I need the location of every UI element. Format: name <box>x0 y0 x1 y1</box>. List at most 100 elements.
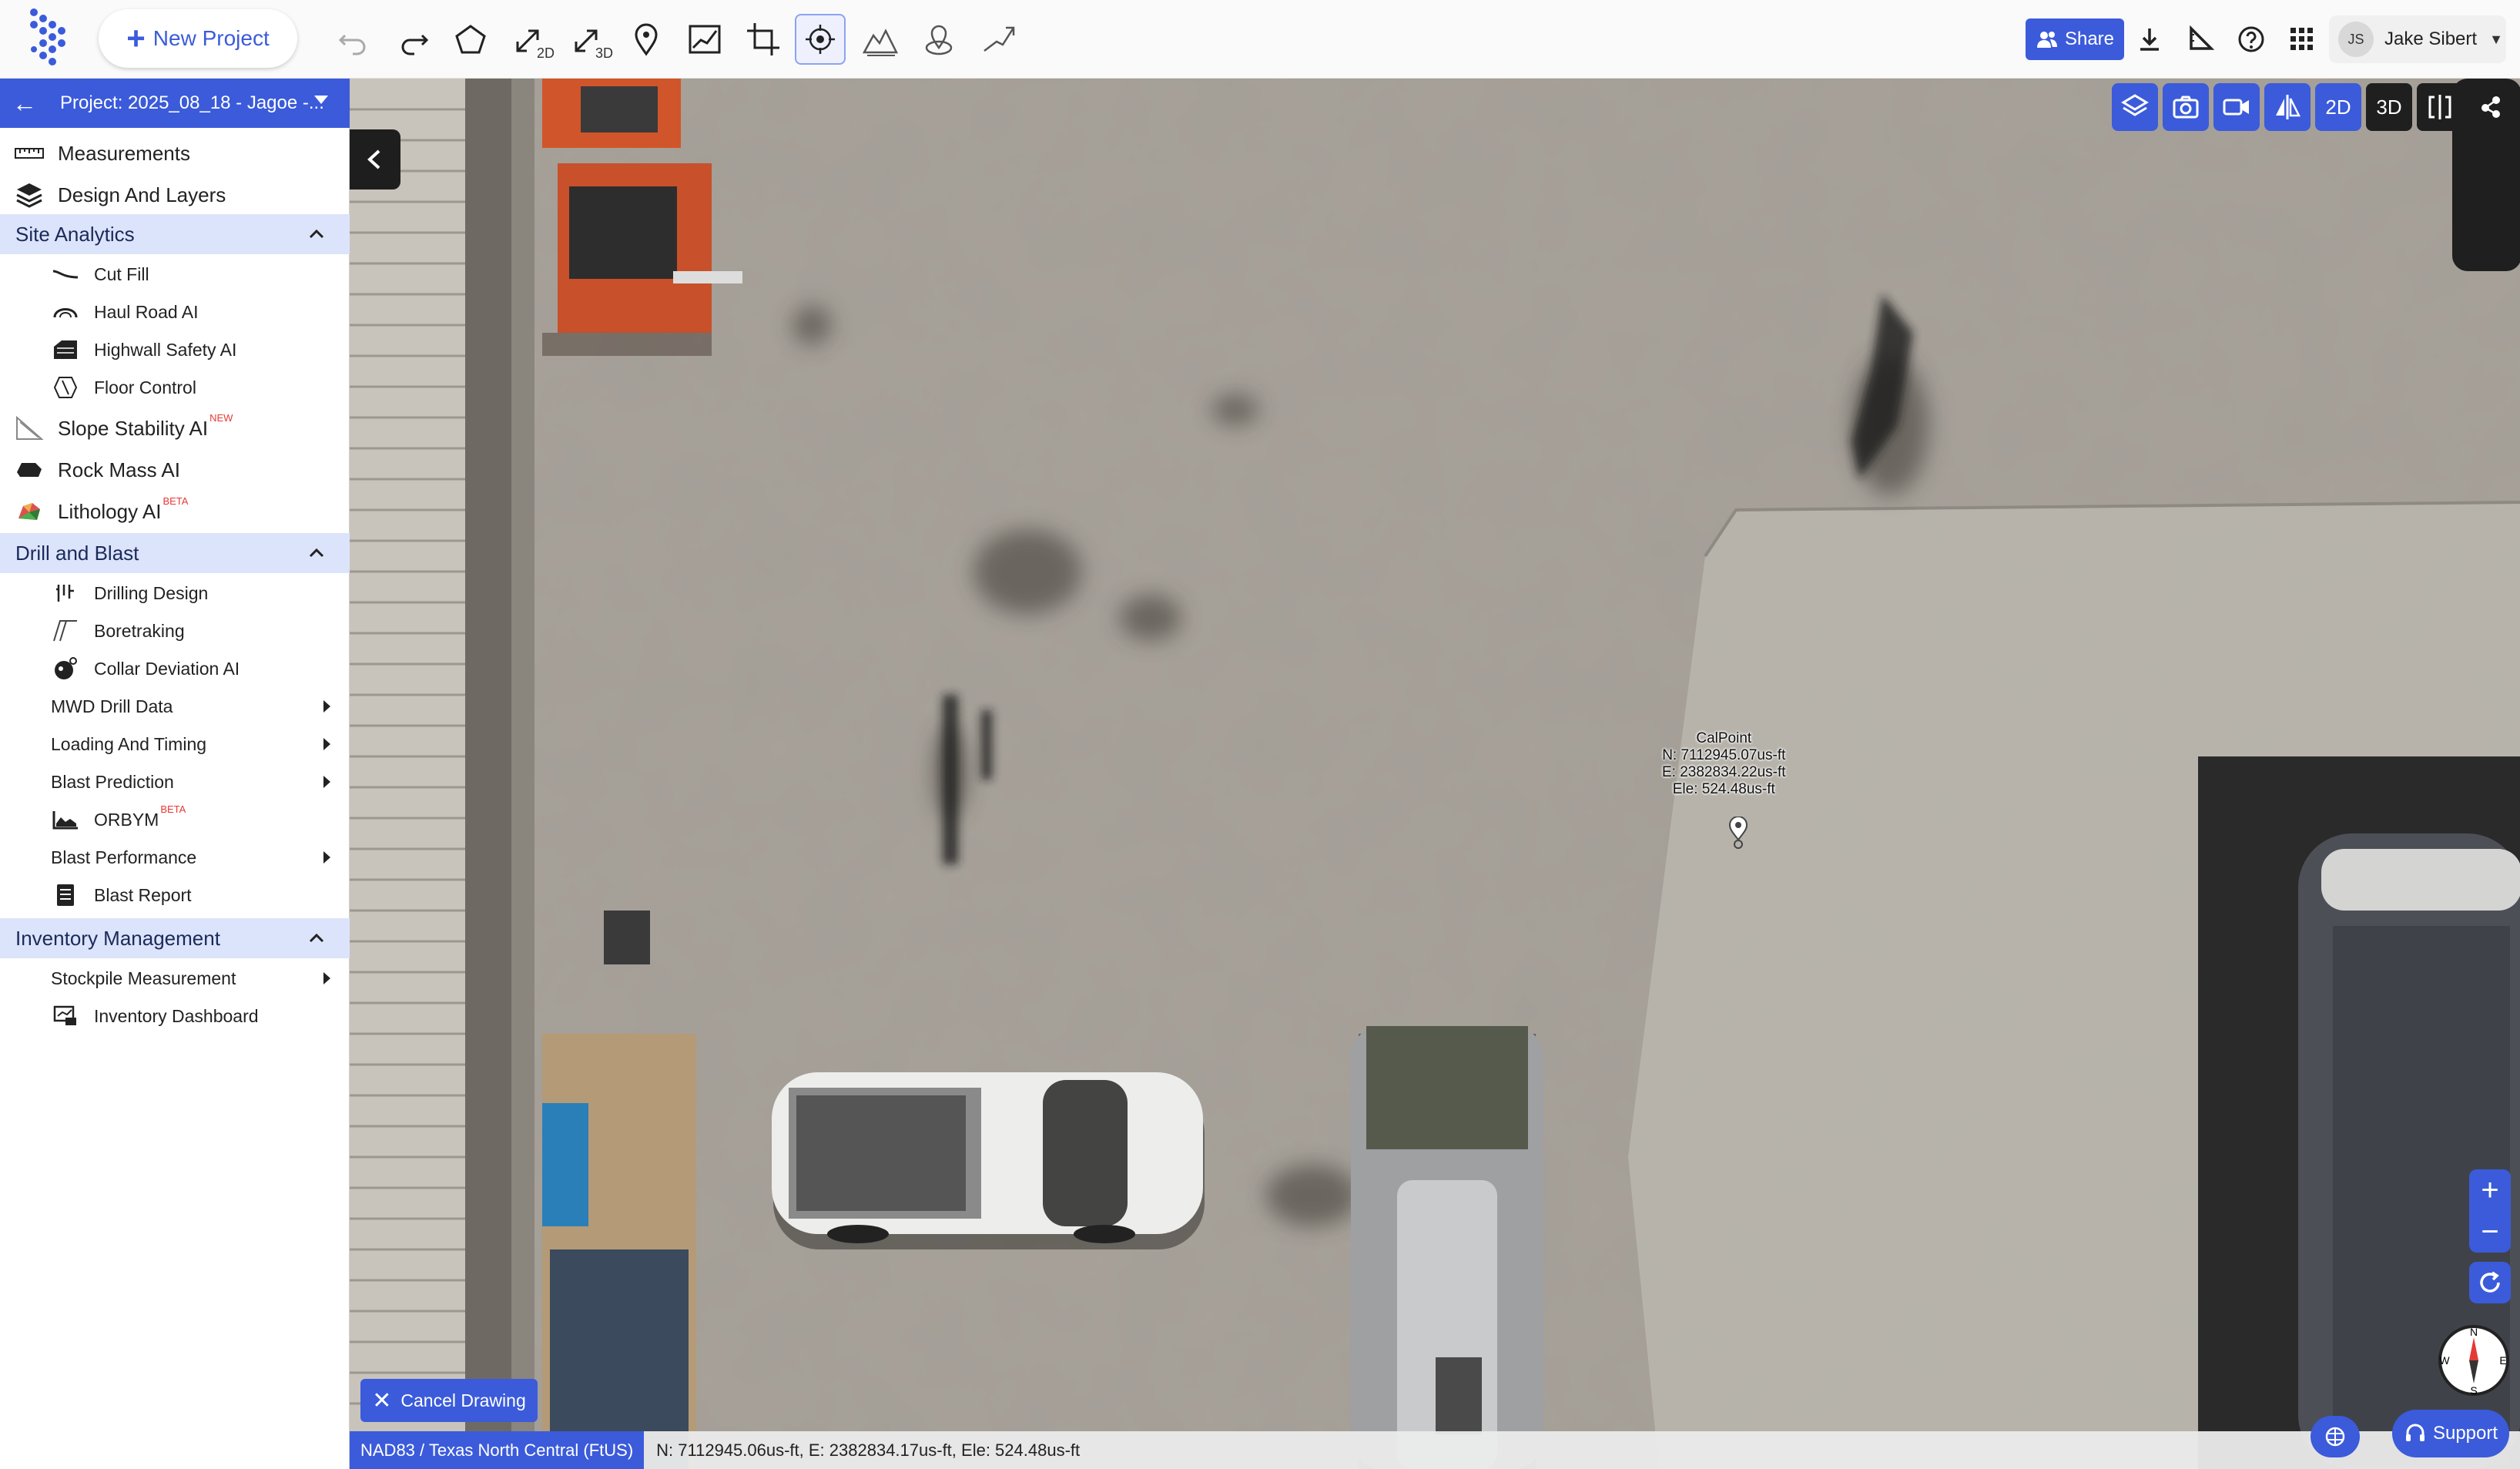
point-cloud-icon <box>2481 96 2500 118</box>
layers-button[interactable] <box>2112 83 2158 131</box>
sidebar-item-design-layers[interactable]: Design And Layers <box>0 176 350 214</box>
sidebar-item-label: Haul Road AI <box>94 301 199 322</box>
measure-2d-tool[interactable]: 2D <box>504 14 555 65</box>
sidebar-item-highwall[interactable]: Highwall Safety AI <box>0 331 350 368</box>
sidebar-item-label: Slope Stability AI NEW <box>58 412 233 441</box>
sidebar-item-collar-deviation[interactable]: Collar Deviation AI <box>0 650 350 687</box>
dashboard-icon <box>51 1001 80 1031</box>
chevron-right-icon <box>323 972 330 984</box>
split-view-button[interactable] <box>2417 83 2463 131</box>
sidebar-item-stockpile[interactable]: Stockpile Measurement <box>0 960 350 997</box>
measure-3d-tool[interactable]: 3D <box>562 14 613 65</box>
sidebar-item-slope-stability[interactable]: Slope Stability AI NEW <box>0 408 350 448</box>
reset-rotation-button[interactable] <box>2469 1262 2511 1303</box>
sidebar-item-boretraking[interactable]: Boretraking <box>0 612 350 649</box>
avatar: JS <box>2338 22 2374 57</box>
app-logo[interactable] <box>23 8 79 69</box>
user-menu[interactable]: JS Jake Sibert ▼ <box>2329 15 2506 63</box>
sidebar-item-label: Blast Prediction <box>51 771 174 792</box>
download-button[interactable] <box>2129 18 2170 60</box>
slope-tool[interactable] <box>973 14 1024 65</box>
sidebar-item-blast-report[interactable]: Blast Report <box>0 877 350 914</box>
sidebar-item-inventory-dashboard[interactable]: Inventory Dashboard <box>0 998 350 1035</box>
slope-icon <box>984 26 1015 52</box>
zoom-out-button[interactable]: − <box>2469 1211 2511 1253</box>
top-toolbar: + New Project 2D 3D Share JS Jake Sibert… <box>0 0 2520 79</box>
sidebar: ← Project: 2025_08_18 - Jagoe -... Measu… <box>0 79 350 1469</box>
status-bar: NAD83 / Texas North Central (FtUS) N: 71… <box>350 1431 2520 1469</box>
new-badge: NEW <box>209 411 233 424</box>
download-icon <box>2140 29 2159 51</box>
sidebar-item-label: Blast Performance <box>51 847 197 867</box>
polygon-icon <box>455 25 486 54</box>
gps-tool[interactable] <box>913 14 964 65</box>
crop-tool[interactable] <box>738 14 789 65</box>
view-3d-button[interactable]: 3D <box>2366 83 2412 131</box>
sidebar-item-blast-prediction[interactable]: Blast Prediction <box>0 763 350 800</box>
split-compare-icon <box>2276 95 2301 119</box>
support-button[interactable]: Support <box>2392 1410 2509 1457</box>
sidebar-item-cut-fill[interactable]: Cut Fill <box>0 256 350 293</box>
collapse-sidebar-button[interactable] <box>350 129 400 189</box>
assistant-button[interactable] <box>2311 1416 2360 1457</box>
map-canvas[interactable]: CalPoint N: 7112945.07us-ft E: 2382834.2… <box>350 79 2520 1469</box>
new-project-button[interactable]: + New Project <box>99 9 297 68</box>
polygon-tool[interactable] <box>445 14 496 65</box>
calpoint-marker-icon[interactable] <box>1728 817 1748 849</box>
chevron-left-icon <box>367 149 380 169</box>
share-button[interactable]: Share <box>2026 18 2124 60</box>
location-pin-tool[interactable] <box>621 14 672 65</box>
sidebar-item-loading-timing[interactable]: Loading And Timing <box>0 726 350 763</box>
sidebar-item-label: ORBYMBETA <box>94 803 186 830</box>
profile-icon <box>689 25 721 54</box>
compass[interactable]: N S E W <box>2437 1323 2511 1397</box>
terrain-tool[interactable] <box>855 14 906 65</box>
compass-n: N <box>2470 1326 2478 1338</box>
apps-button[interactable] <box>2281 18 2323 60</box>
record-button[interactable] <box>2213 83 2260 131</box>
redo-button[interactable] <box>388 14 439 65</box>
sidebar-item-label: Highwall Safety AI <box>94 339 237 360</box>
highwall-icon <box>51 335 80 364</box>
undo-icon <box>338 34 366 55</box>
measure-3d-suffix: 3D <box>595 45 613 61</box>
project-selector[interactable]: ← Project: 2025_08_18 - Jagoe -... <box>0 79 350 128</box>
sidebar-item-measurements[interactable]: Measurements <box>0 134 350 173</box>
calpoint-tool[interactable] <box>795 14 846 65</box>
calpoint-east: E: 2382834.22us-ft <box>1662 764 1786 780</box>
sidebar-item-mwd[interactable]: MWD Drill Data <box>0 688 350 725</box>
view-controls: 2D 3D <box>2112 83 2514 134</box>
section-site-analytics[interactable]: Site Analytics <box>0 214 350 254</box>
chevron-down-icon: ▼ <box>2489 31 2503 47</box>
section-drill-blast[interactable]: Drill and Blast <box>0 533 350 573</box>
sidebar-item-haul-road[interactable]: Haul Road AI <box>0 293 350 330</box>
sidebar-item-drilling-design[interactable]: Drilling Design <box>0 575 350 612</box>
section-title: Inventory Management <box>15 926 220 950</box>
layers-icon <box>14 179 45 210</box>
crs-selector[interactable]: NAD83 / Texas North Central (FtUS) <box>350 1431 645 1469</box>
back-arrow-icon[interactable]: ← <box>12 89 40 118</box>
section-inventory[interactable]: Inventory Management <box>0 918 350 958</box>
lithology-text: Lithology AI <box>58 499 162 523</box>
beta-badge: BETA <box>163 495 189 507</box>
camera-icon <box>2173 96 2199 119</box>
sidebar-item-lithology[interactable]: Lithology AI BETA <box>0 491 350 532</box>
ruler-button[interactable] <box>2180 18 2221 60</box>
cancel-drawing-label: Cancel Drawing <box>400 1390 526 1410</box>
beta-badge: BETA <box>160 803 186 815</box>
zoom-in-button[interactable]: + <box>2469 1169 2511 1211</box>
ruler-icon <box>14 138 45 169</box>
cancel-drawing-button[interactable]: ✕ Cancel Drawing <box>360 1379 538 1422</box>
people-icon <box>2036 32 2057 48</box>
screenshot-button[interactable] <box>2163 83 2209 131</box>
point-cloud-button[interactable] <box>2468 83 2514 131</box>
sidebar-item-rock-mass[interactable]: Rock Mass AI <box>0 450 350 490</box>
compare-button[interactable] <box>2264 83 2311 131</box>
profile-tool[interactable] <box>679 14 730 65</box>
sidebar-item-orbym[interactable]: ORBYMBETA <box>0 801 350 838</box>
view-2d-button[interactable]: 2D <box>2315 83 2361 131</box>
help-button[interactable] <box>2230 18 2272 60</box>
sidebar-item-blast-performance[interactable]: Blast Performance <box>0 839 350 876</box>
sidebar-item-floor-control[interactable]: Floor Control <box>0 369 350 406</box>
undo-button[interactable] <box>328 14 379 65</box>
